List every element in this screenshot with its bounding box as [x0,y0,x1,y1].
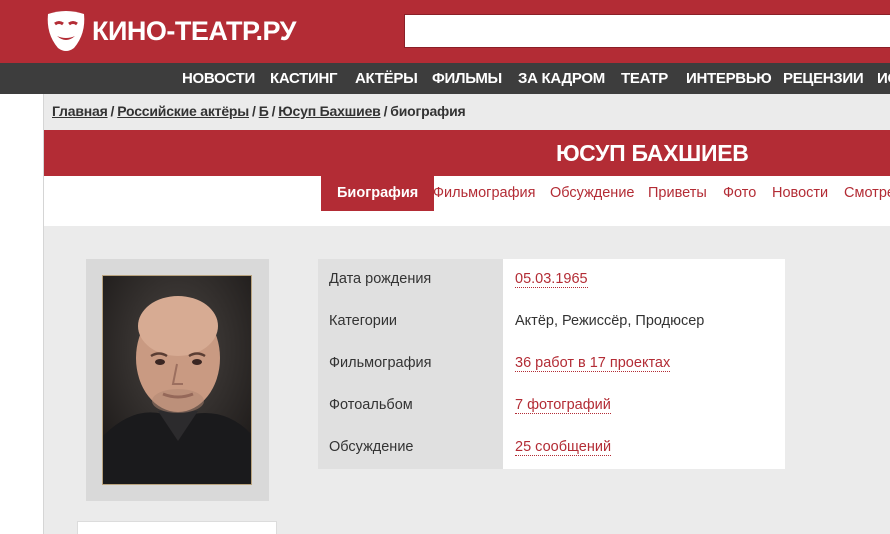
main-nav: НОВОСТИ КАСТИНГ АКТЁРЫ ФИЛЬМЫ ЗА КАДРОМ … [0,63,890,94]
nav-item-behind-scenes[interactable]: ЗА КАДРОМ [518,63,605,94]
nav-item-actors[interactable]: АКТЁРЫ [355,63,418,94]
info-row-categories: Категории Актёр, Режиссёр, Продюсер [318,301,785,343]
info-value[interactable]: 36 работ в 17 проектах [503,343,785,385]
info-value[interactable]: 7 фотографий [503,385,785,427]
title-bar: ЮСУП БАХШИЕВ [44,130,890,176]
profile-tabs: Биография Фильмография Обсуждение Привет… [44,176,890,226]
page-title: ЮСУП БАХШИЕВ [556,140,749,166]
breadcrumb-bar: Главная / Российские актёры / Б / Юсуп Бахшиев… [44,94,890,130]
actor-photo[interactable] [102,275,252,485]
profile-content: Дата рождения 05.03.1965 Категории Актёр… [44,226,890,534]
breadcrumb-russian-actors[interactable]: Российские актёры [117,103,249,119]
info-value[interactable]: 25 сообщений [503,427,785,469]
nav-item-reviews[interactable]: РЕЦЕНЗИИ [783,63,864,94]
filmography-link[interactable]: 36 работ в 17 проектах [515,355,671,372]
info-value[interactable]: 05.03.1965 [503,259,785,301]
info-label: Обсуждение [318,427,503,469]
categories-text: Актёр, Режиссёр, Продюсер [515,313,705,329]
info-label: Категории [318,301,503,343]
logo-text: КИНО-ТЕАТР.РУ [92,15,296,46]
info-row-photo-album: Фотоальбом 7 фотографий [318,385,785,427]
info-label: Фотоальбом [318,385,503,427]
nav-item-interviews[interactable]: ИНТЕРВЬЮ [686,63,772,94]
nav-item-news[interactable]: НОВОСТИ [182,63,255,94]
photo-album-link[interactable]: 7 фотографий [515,397,611,414]
tab-greetings[interactable]: Приветы [648,176,707,211]
discussion-link[interactable]: 25 сообщений [515,439,612,456]
info-row-discussion: Обсуждение 25 сообщений [318,427,785,469]
nav-item-casting[interactable]: КАСТИНГ [270,63,338,94]
tab-watch[interactable]: Смотре [844,176,890,211]
tab-filmography[interactable]: Фильмография [433,176,535,211]
site-logo[interactable]: КИНО-ТЕАТР.РУ [44,8,296,54]
main-content: Главная / Российские актёры / Б / Юсуп Бахшиев… [43,94,890,534]
photo-frame [86,259,269,501]
info-label: Фильмография [318,343,503,385]
breadcrumb-home[interactable]: Главная [52,103,108,119]
info-label: Дата рождения [318,259,503,301]
info-row-filmography: Фильмография 36 работ в 17 проектах [318,343,785,385]
info-row-birth-date: Дата рождения 05.03.1965 [318,259,785,301]
info-value: Актёр, Режиссёр, Продюсер [503,301,785,343]
below-photo-card [77,521,277,534]
site-header: КИНО-ТЕАТР.РУ [0,0,890,63]
tab-news[interactable]: Новости [772,176,828,211]
nav-item-theater[interactable]: ТЕАТР [621,63,668,94]
tab-discussion[interactable]: Обсуждение [550,176,634,211]
breadcrumb-current: биография [390,103,466,119]
birth-date-link[interactable]: 05.03.1965 [515,271,588,288]
breadcrumb-letter[interactable]: Б [259,103,269,119]
breadcrumb: Главная / Российские актёры / Б / Юсуп Бахшиев… [52,103,466,119]
breadcrumb-actor[interactable]: Юсуп Бахшиев [278,103,380,119]
nav-item-films[interactable]: ФИЛЬМЫ [432,63,502,94]
info-table: Дата рождения 05.03.1965 Категории Актёр… [318,259,785,469]
nav-item-more[interactable]: ИС [877,63,890,94]
search-input[interactable] [404,14,890,48]
actor-portrait-image [103,276,251,484]
theater-mask-icon [47,11,85,51]
tab-photo[interactable]: Фото [723,176,756,211]
tab-biography[interactable]: Биография [321,176,435,211]
